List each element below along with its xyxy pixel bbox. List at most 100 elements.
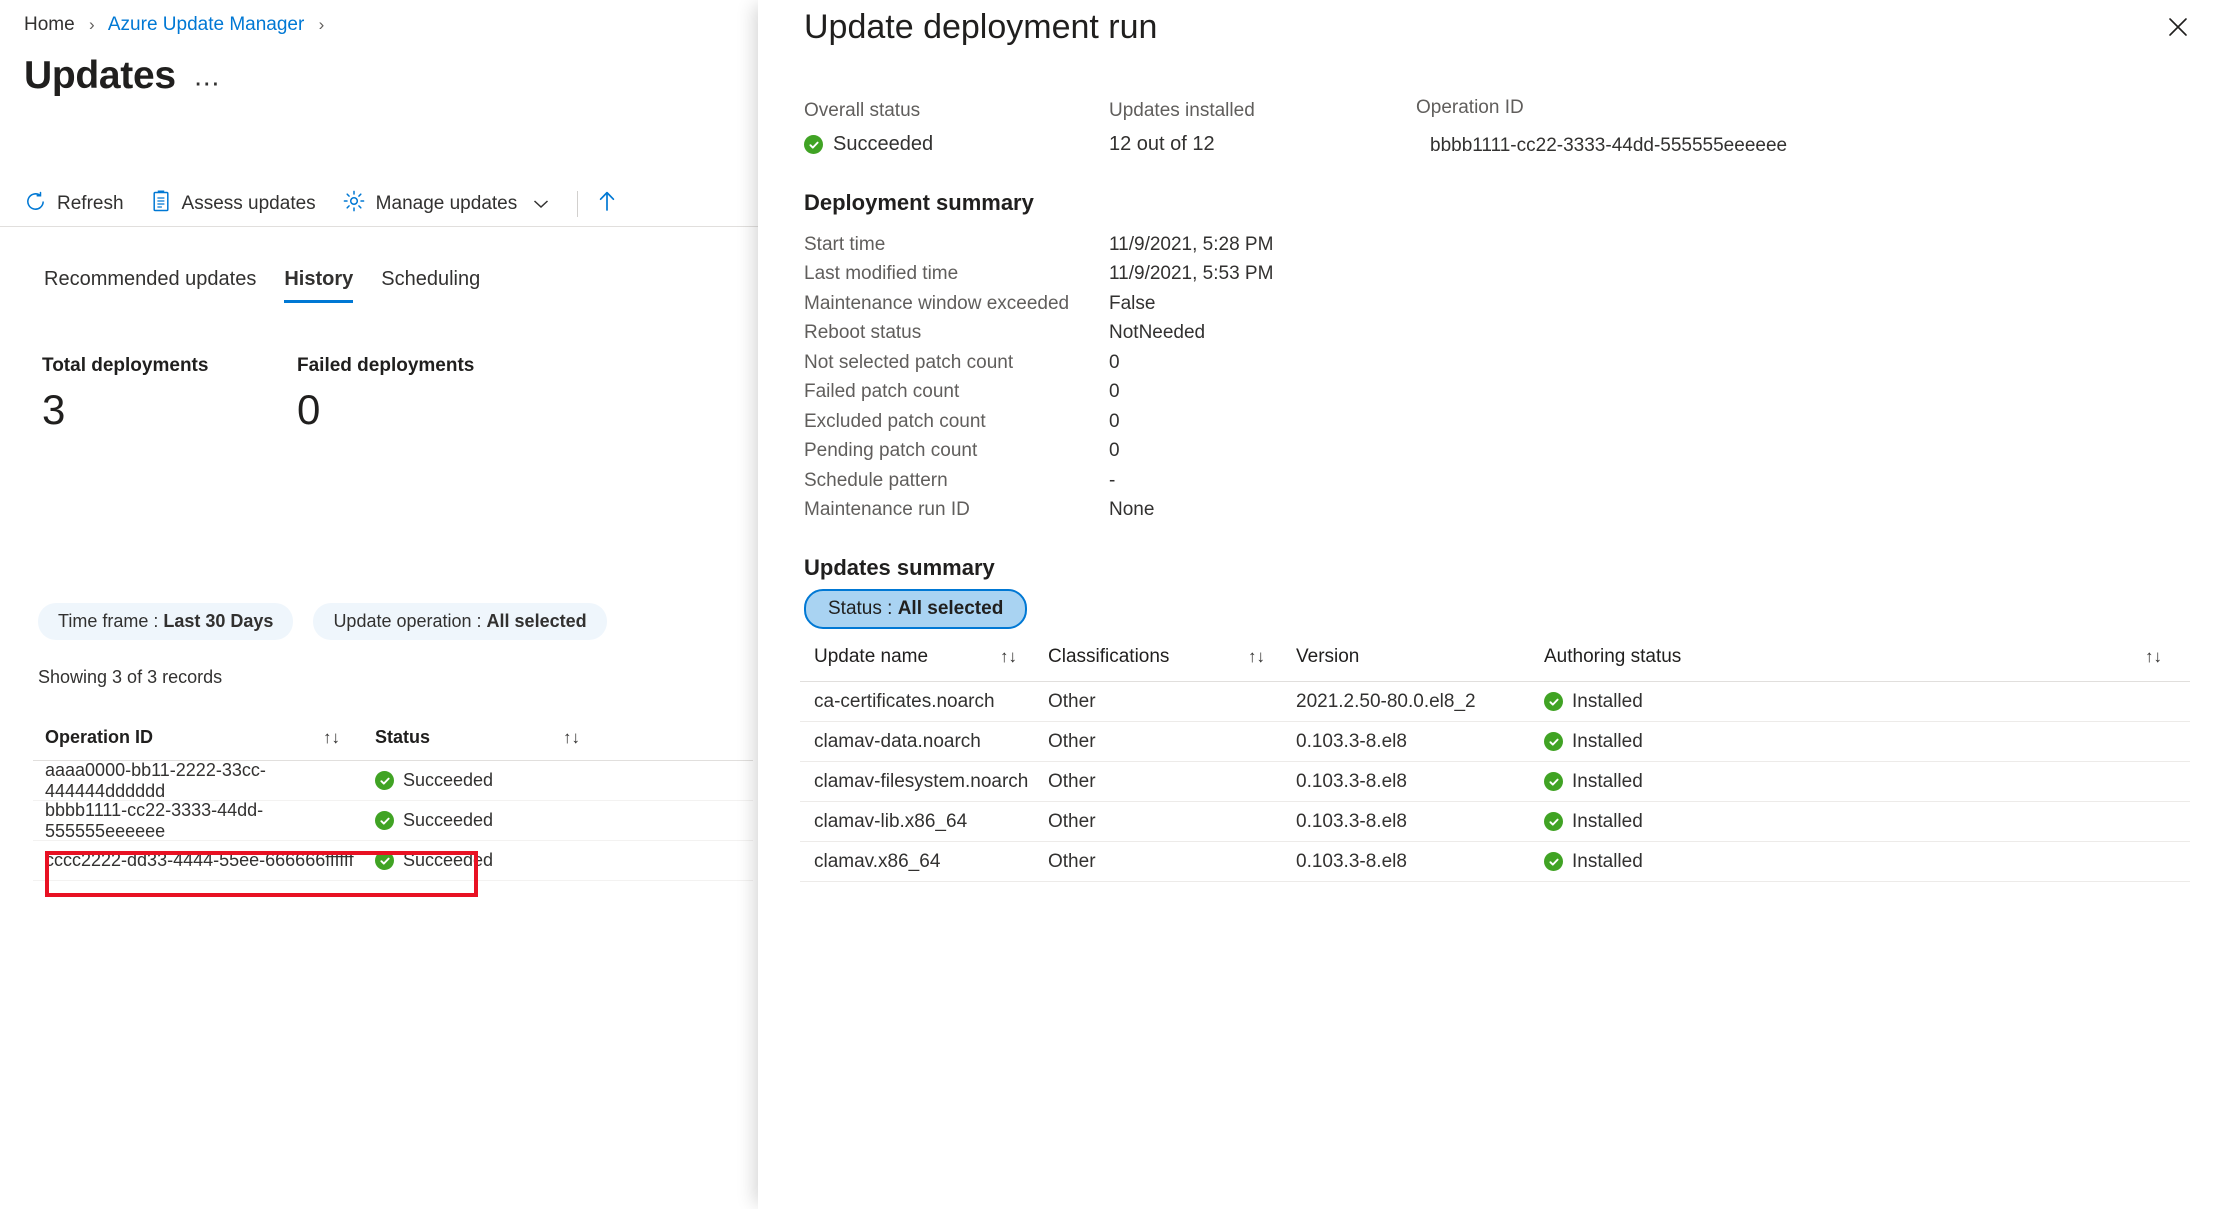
updates-cell-classification: Other bbox=[1048, 770, 1096, 792]
breadcrumb: Home › Azure Update Manager › bbox=[24, 14, 333, 36]
table-row[interactable]: aaaa0000-bb11-2222-33cc-444444dddddd Suc… bbox=[33, 760, 753, 802]
manage-updates-button[interactable]: Manage updates bbox=[342, 189, 550, 219]
summary-row: Failed patch count 0 bbox=[804, 378, 1704, 408]
updates-cell-authoring-status-label: Installed bbox=[1572, 730, 1643, 752]
summary-row: Maintenance window exceeded False bbox=[804, 289, 1704, 319]
updates-column-classifications[interactable]: Classifications ↑↓ bbox=[1045, 646, 1293, 668]
filter-pill-update-operation[interactable]: Update operation : All selected bbox=[313, 603, 607, 640]
updates-cell-authoring-status-label: Installed bbox=[1572, 770, 1643, 792]
records-count-note: Showing 3 of 3 records bbox=[38, 667, 223, 687]
summary-row: Maintenance run ID None bbox=[804, 496, 1704, 526]
history-cell-operation-id[interactable]: cccc2222-dd33-4444-55ee-666666ffffff bbox=[33, 850, 358, 871]
updates-summary-heading: Updates summary bbox=[804, 555, 995, 580]
summary-row: Schedule pattern - bbox=[804, 466, 1704, 496]
metric-total-deployments-label: Total deployments bbox=[42, 355, 209, 376]
success-check-icon bbox=[375, 771, 394, 790]
filter-pill-status[interactable]: Status : All selected bbox=[804, 589, 1028, 629]
updates-cell-classification: Other bbox=[1048, 810, 1096, 832]
chevron-down-icon bbox=[533, 196, 549, 212]
success-check-icon bbox=[375, 851, 394, 870]
close-panel-button[interactable] bbox=[2157, 8, 2199, 50]
updates-cell-version: 0.103.3-8.el8 bbox=[1296, 810, 1407, 832]
summary-key: Last modified time bbox=[804, 263, 959, 285]
command-toolbar: Refresh Assess updates Manage updates bbox=[24, 182, 644, 226]
deployment-summary-heading: Deployment summary bbox=[804, 190, 1034, 215]
history-column-operation-id[interactable]: Operation ID ↑↓ bbox=[33, 727, 358, 748]
history-cell-status-label: Succeeded bbox=[403, 770, 494, 790]
breadcrumb-item-home[interactable]: Home bbox=[24, 14, 75, 35]
summary-key: Pending patch count bbox=[804, 440, 978, 462]
kpi-updates-installed: Updates installed 12 out of 12 bbox=[1109, 100, 1255, 156]
sort-icon-classifications[interactable]: ↑↓ bbox=[1248, 647, 1293, 667]
tab-recommended-updates[interactable]: Recommended updates bbox=[30, 268, 270, 303]
summary-value: 11/9/2021, 5:28 PM bbox=[1109, 233, 1274, 255]
updates-cell-name: clamav.x86_64 bbox=[814, 850, 941, 872]
summary-row: Not selected patch count 0 bbox=[804, 348, 1704, 378]
table-row[interactable]: bbbb1111-cc22-3333-44dd-555555eeeeee Suc… bbox=[33, 800, 753, 842]
sort-icon-operation-id[interactable]: ↑↓ bbox=[323, 728, 358, 748]
filter-pill-time-frame[interactable]: Time frame : Last 30 Days bbox=[38, 603, 294, 640]
page-title: Updates bbox=[24, 54, 176, 97]
kpi-updates-installed-label: Updates installed bbox=[1109, 100, 1255, 121]
success-check-icon bbox=[1544, 812, 1563, 831]
breadcrumb-separator-icon-2: › bbox=[318, 15, 325, 34]
history-table-header: Operation ID ↑↓ Status ↑↓ bbox=[33, 715, 753, 761]
updates-cell-version: 0.103.3-8.el8 bbox=[1296, 730, 1407, 752]
metric-failed-deployments: Failed deployments 0 bbox=[297, 355, 552, 433]
sort-icon-status[interactable]: ↑↓ bbox=[563, 728, 598, 748]
breadcrumb-item-azure-update-manager[interactable]: Azure Update Manager bbox=[108, 14, 304, 35]
refresh-icon bbox=[24, 190, 47, 219]
sort-icon-update-name[interactable]: ↑↓ bbox=[1000, 647, 1045, 667]
kpi-overall-status-label: Overall status bbox=[804, 100, 921, 121]
assess-updates-button[interactable]: Assess updates bbox=[150, 189, 316, 219]
table-row[interactable]: cccc2222-dd33-4444-55ee-666666ffffff Suc… bbox=[33, 841, 753, 881]
more-options-button[interactable]: ⋯ bbox=[194, 59, 222, 96]
updates-cell-classification: Other bbox=[1048, 690, 1096, 712]
summary-row: Start time 11/9/2021, 5:28 PM bbox=[804, 230, 1704, 260]
kpi-updates-installed-value: 12 out of 12 bbox=[1109, 133, 1215, 155]
summary-value: 0 bbox=[1109, 351, 1120, 373]
refresh-button[interactable]: Refresh bbox=[24, 190, 124, 219]
updates-cell-version: 2021.2.50-80.0.el8_2 bbox=[1296, 690, 1476, 712]
kpi-overall-status-value-wrap: Succeeded bbox=[804, 133, 933, 156]
history-table: Operation ID ↑↓ Status ↑↓ aaaa0000-bb11-… bbox=[33, 715, 753, 881]
updates-cell-name: clamav-lib.x86_64 bbox=[814, 810, 968, 832]
table-row[interactable]: clamav.x86_64 Other 0.103.3-8.el8 Instal… bbox=[800, 842, 2190, 882]
table-row[interactable]: ca-certificates.noarch Other 2021.2.50-8… bbox=[800, 682, 2190, 722]
success-check-icon bbox=[1544, 692, 1563, 711]
updates-cell-classification: Other bbox=[1048, 730, 1096, 752]
updates-table-header: Update name ↑↓ Classifications ↑↓ Versio… bbox=[800, 632, 2190, 682]
updates-cell-authoring-status: Installed bbox=[1543, 691, 2190, 713]
updates-column-classifications-label: Classifications bbox=[1048, 645, 1170, 667]
table-row[interactable]: clamav-lib.x86_64 Other 0.103.3-8.el8 In… bbox=[800, 802, 2190, 842]
table-row[interactable]: clamav-filesystem.noarch Other 0.103.3-8… bbox=[800, 762, 2190, 802]
gear-icon bbox=[342, 189, 366, 219]
filter-pill-time-frame-value: Last 30 Days bbox=[163, 611, 274, 631]
filter-pill-update-operation-value: All selected bbox=[486, 611, 587, 631]
tab-history[interactable]: History bbox=[270, 268, 367, 303]
updates-column-version[interactable]: Version bbox=[1293, 646, 1543, 668]
summary-key: Maintenance window exceeded bbox=[804, 292, 1070, 314]
summary-value: 0 bbox=[1109, 410, 1120, 432]
history-cell-status: Succeeded bbox=[358, 810, 598, 831]
history-cell-status: Succeeded bbox=[358, 850, 598, 871]
tab-scheduling[interactable]: Scheduling bbox=[367, 268, 494, 303]
table-row[interactable]: clamav-data.noarch Other 0.103.3-8.el8 I… bbox=[800, 722, 2190, 762]
upload-button[interactable] bbox=[596, 189, 618, 219]
history-cell-operation-id[interactable]: aaaa0000-bb11-2222-33cc-444444dddddd bbox=[33, 760, 358, 802]
history-cell-operation-id[interactable]: bbbb1111-cc22-3333-44dd-555555eeeeee bbox=[33, 800, 358, 842]
summary-row: Reboot status NotNeeded bbox=[804, 319, 1704, 349]
sort-icon-authoring-status[interactable]: ↑↓ bbox=[2145, 647, 2190, 667]
updates-cell-authoring-status-label: Installed bbox=[1572, 690, 1643, 712]
summary-key: Maintenance run ID bbox=[804, 499, 970, 521]
summary-value: False bbox=[1109, 292, 1156, 314]
updates-column-update-name[interactable]: Update name ↑↓ bbox=[800, 646, 1045, 668]
success-check-icon bbox=[375, 811, 394, 830]
summary-key: Reboot status bbox=[804, 322, 922, 344]
updates-cell-version: 0.103.3-8.el8 bbox=[1296, 850, 1407, 872]
updates-column-authoring-status[interactable]: Authoring status ↑↓ bbox=[1543, 646, 2190, 668]
history-column-status[interactable]: Status ↑↓ bbox=[358, 727, 598, 748]
deployment-metrics: Total deployments 3 Failed deployments 0 bbox=[42, 355, 552, 433]
updates-cell-version: 0.103.3-8.el8 bbox=[1296, 770, 1407, 792]
summary-row: Excluded patch count 0 bbox=[804, 407, 1704, 437]
